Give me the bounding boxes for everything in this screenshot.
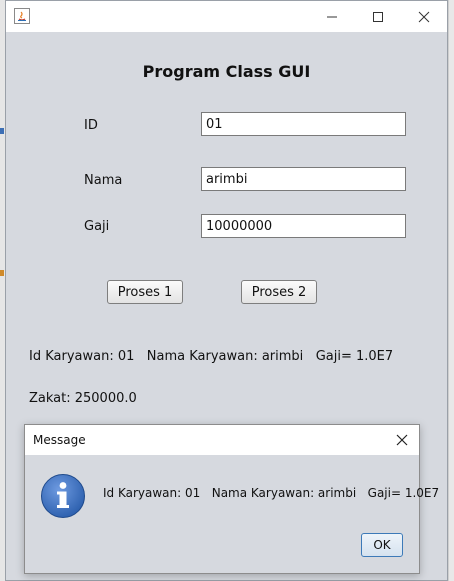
dialog-title: Message xyxy=(33,433,86,447)
maximize-icon xyxy=(373,11,383,22)
output-karyawan-label: Id Karyawan: 01 Nama Karyawan: arimbi Ga… xyxy=(29,349,394,364)
dialog-close-button[interactable] xyxy=(385,425,419,455)
information-icon xyxy=(41,474,85,518)
maximize-button[interactable] xyxy=(355,1,401,32)
window-titlebar xyxy=(6,1,447,32)
nama-field[interactable] xyxy=(201,167,406,191)
background-marker xyxy=(0,270,4,276)
nama-label: Nama xyxy=(84,173,123,188)
proses-1-button[interactable]: Proses 1 xyxy=(107,280,183,304)
background-window-edge-right xyxy=(448,0,454,581)
gaji-field[interactable] xyxy=(201,214,406,238)
message-dialog: Message Id Karyawan: 01 Nama Karyawan: a… xyxy=(24,424,439,574)
page-title: Program Class GUI xyxy=(142,62,311,81)
close-icon xyxy=(418,11,430,22)
id-label: ID xyxy=(84,118,98,133)
minimize-icon xyxy=(327,16,337,17)
dialog-message: Id Karyawan: 01 Nama Karyawan: arimbi Ga… xyxy=(103,486,440,500)
gaji-label: Gaji xyxy=(84,219,110,234)
minimize-button[interactable] xyxy=(309,1,355,32)
background-marker xyxy=(0,128,4,134)
dialog-titlebar: Message xyxy=(25,425,419,455)
ok-button[interactable]: OK xyxy=(361,533,403,557)
close-icon xyxy=(396,434,408,446)
proses-2-button[interactable]: Proses 2 xyxy=(241,280,317,304)
close-button[interactable] xyxy=(401,1,447,32)
java-app-icon xyxy=(14,8,30,24)
id-field[interactable] xyxy=(201,112,406,136)
output-zakat-label: Zakat: 250000.0 xyxy=(29,391,137,406)
